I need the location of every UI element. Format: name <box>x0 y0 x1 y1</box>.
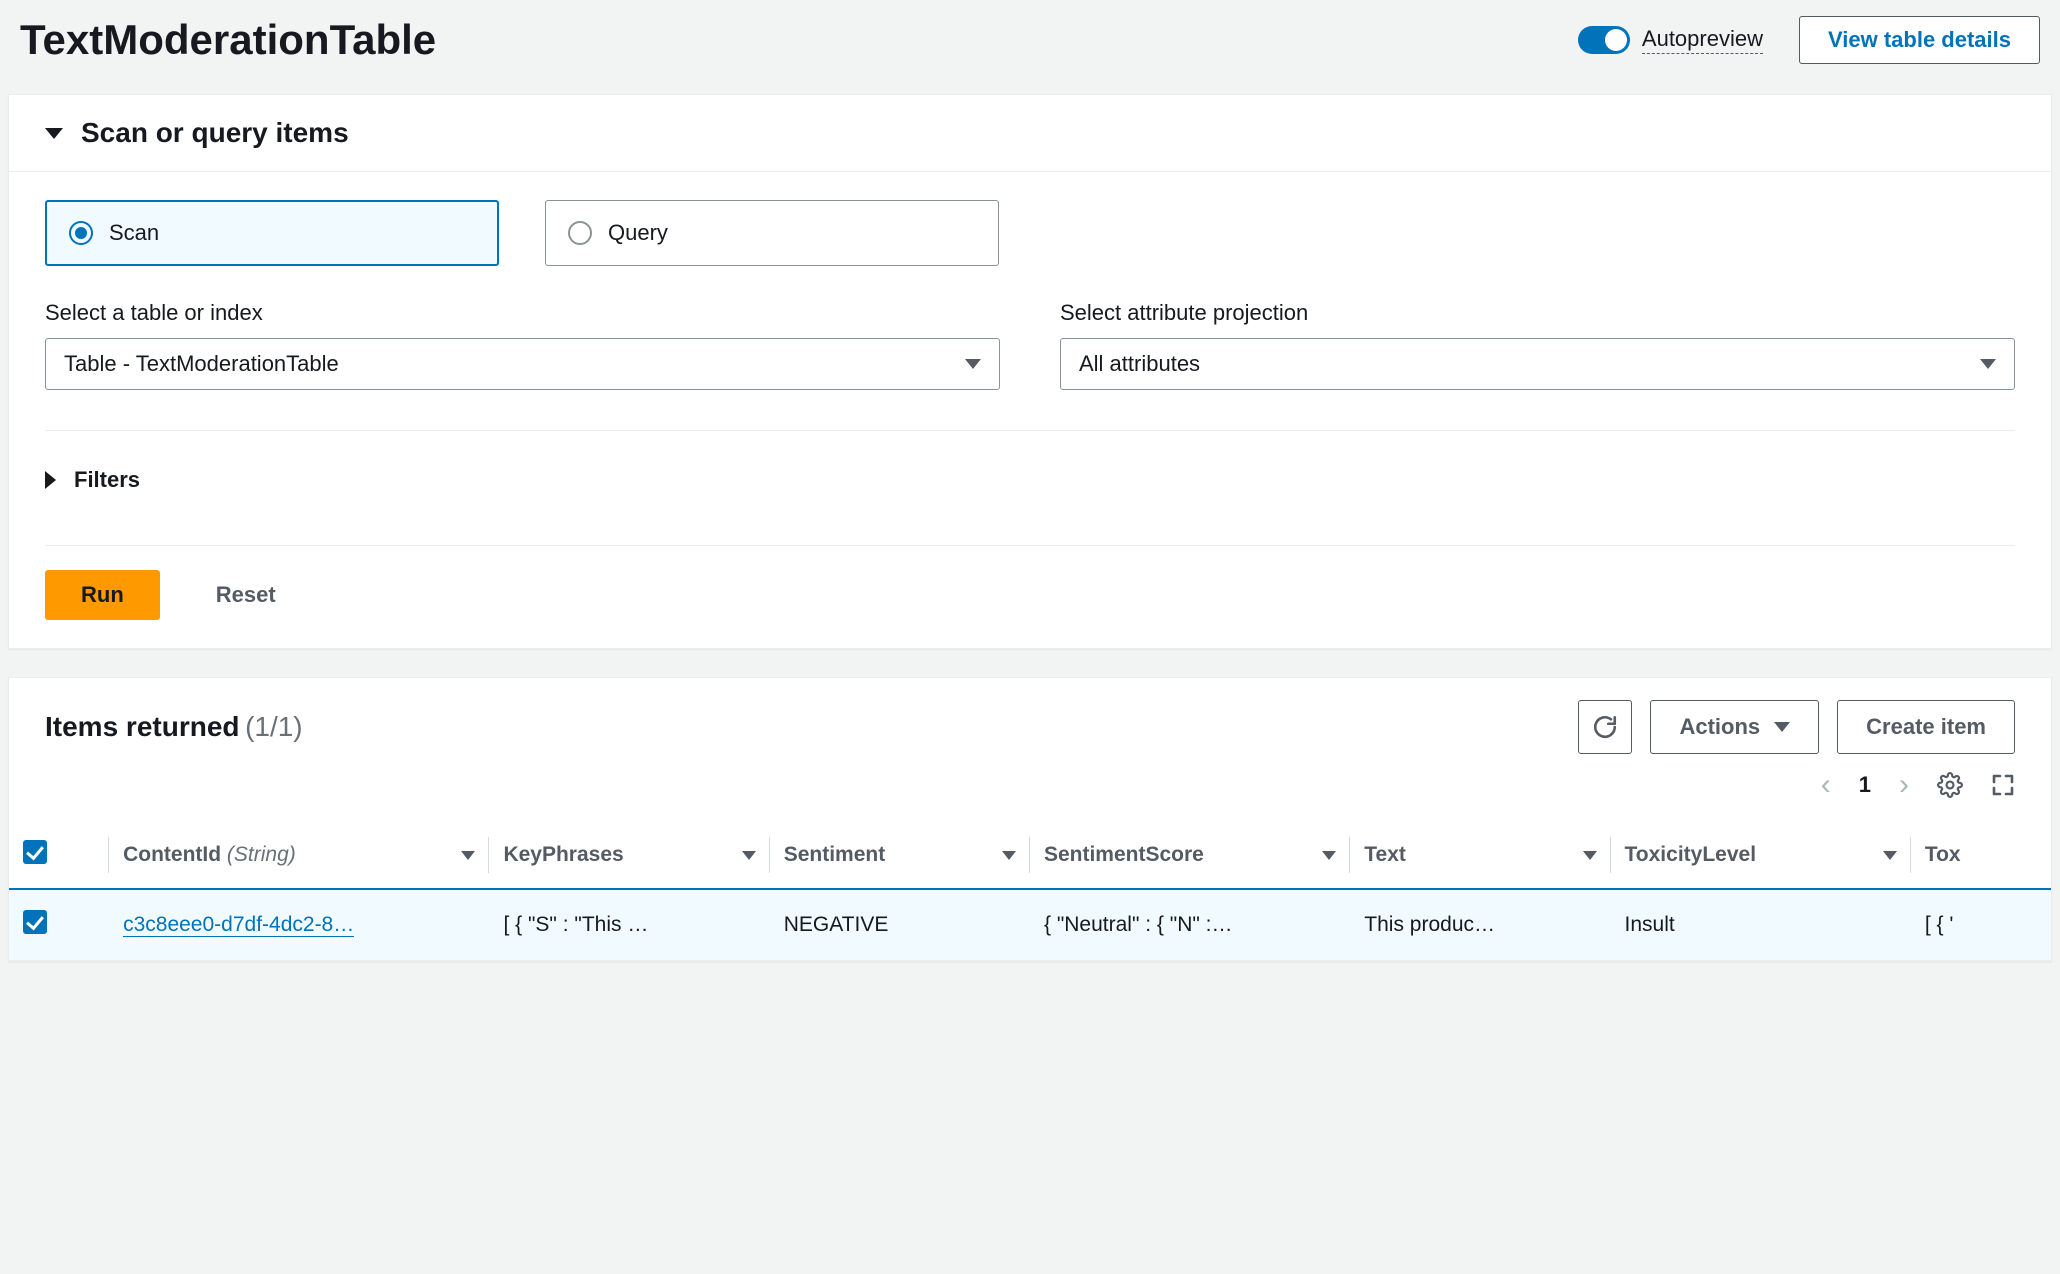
chevron-down-icon <box>1774 722 1790 732</box>
caret-right-icon <box>45 471 56 489</box>
create-item-button[interactable]: Create item <box>1837 700 2015 754</box>
refresh-button[interactable] <box>1578 700 1632 754</box>
cell-text: This produc… <box>1350 889 1610 961</box>
scan-query-title: Scan or query items <box>81 117 349 149</box>
table-select-label: Select a table or index <box>45 300 1000 326</box>
contentid-link[interactable]: c3c8eee0-d7df-4dc2-8… <box>123 913 354 937</box>
run-button[interactable]: Run <box>45 570 160 620</box>
col-sentimentscore-label: SentimentScore <box>1044 843 1204 867</box>
filters-toggle[interactable]: Filters <box>45 455 2015 505</box>
cell-toxicitylevel: Insult <box>1611 889 1911 961</box>
fullscreen-button[interactable] <box>1991 773 2015 797</box>
refresh-icon <box>1592 714 1618 740</box>
col-keyphrases-label: KeyPhrases <box>503 843 623 867</box>
cell-sentiment: NEGATIVE <box>770 889 1030 961</box>
view-table-details-button[interactable]: View table details <box>1799 16 2040 64</box>
sort-icon <box>1322 851 1336 860</box>
cell-sentimentscore: { "Neutral" : { "N" :… <box>1030 889 1350 961</box>
projection-select-label: Select attribute projection <box>1060 300 2015 326</box>
checkbox-checked-icon <box>23 840 47 864</box>
sort-icon <box>742 851 756 860</box>
sort-icon <box>1883 851 1897 860</box>
projection-select-value: All attributes <box>1079 351 1200 377</box>
cell-tox-trunc: [ { ' <box>1911 889 2051 961</box>
sort-icon <box>1002 851 1016 860</box>
cell-keyphrases: [ { "S" : "This … <box>489 889 769 961</box>
col-toxicitylevel-label: ToxicityLevel <box>1625 843 1757 867</box>
next-page-button[interactable]: › <box>1899 768 1909 802</box>
col-text[interactable]: Text <box>1350 822 1610 889</box>
query-radio[interactable]: Query <box>545 200 999 266</box>
radio-icon <box>69 221 93 245</box>
chevron-down-icon <box>965 359 981 369</box>
sort-icon <box>461 851 475 860</box>
chevron-down-icon <box>1980 359 1996 369</box>
col-sentimentscore[interactable]: SentimentScore <box>1030 822 1350 889</box>
table-select-value: Table - TextModerationTable <box>64 351 339 377</box>
row-checkbox[interactable] <box>23 910 47 934</box>
items-returned-title: Items returned <box>45 711 240 742</box>
autopreview-label: Autopreview <box>1642 26 1763 54</box>
sort-icon <box>1583 851 1597 860</box>
caret-down-icon <box>45 128 63 139</box>
radio-icon <box>568 221 592 245</box>
col-tox-trunc[interactable]: Tox <box>1911 822 2051 889</box>
table-row[interactable]: c3c8eee0-d7df-4dc2-8… [ { "S" : "This … … <box>9 889 2051 961</box>
actions-dropdown[interactable]: Actions <box>1650 700 1819 754</box>
col-toxicitylevel[interactable]: ToxicityLevel <box>1611 822 1911 889</box>
select-all-header[interactable] <box>9 822 109 889</box>
table-settings-button[interactable] <box>1937 772 1963 798</box>
reset-button[interactable]: Reset <box>216 582 276 608</box>
autopreview-toggle[interactable] <box>1578 26 1630 54</box>
col-sentiment[interactable]: Sentiment <box>770 822 1030 889</box>
col-sentiment-label: Sentiment <box>784 843 886 867</box>
col-contentid-label: ContentId <box>123 843 221 866</box>
prev-page-button[interactable]: ‹ <box>1821 768 1831 802</box>
projection-select[interactable]: All attributes <box>1060 338 2015 390</box>
table-select[interactable]: Table - TextModerationTable <box>45 338 1000 390</box>
scan-radio[interactable]: Scan <box>45 200 499 266</box>
filters-label: Filters <box>74 467 140 493</box>
page-number: 1 <box>1859 772 1871 798</box>
col-text-label: Text <box>1364 843 1406 867</box>
scan-radio-label: Scan <box>109 220 159 246</box>
col-contentid[interactable]: ContentId (String) <box>109 822 489 889</box>
col-tox-trunc-label: Tox <box>1925 843 1961 867</box>
scan-query-panel-toggle[interactable]: Scan or query items <box>9 95 2051 172</box>
col-keyphrases[interactable]: KeyPhrases <box>489 822 769 889</box>
items-count: (1/1) <box>245 711 303 742</box>
actions-label: Actions <box>1679 714 1760 740</box>
query-radio-label: Query <box>608 220 668 246</box>
page-title: TextModerationTable <box>20 16 436 64</box>
col-contentid-type: (String) <box>227 843 296 866</box>
